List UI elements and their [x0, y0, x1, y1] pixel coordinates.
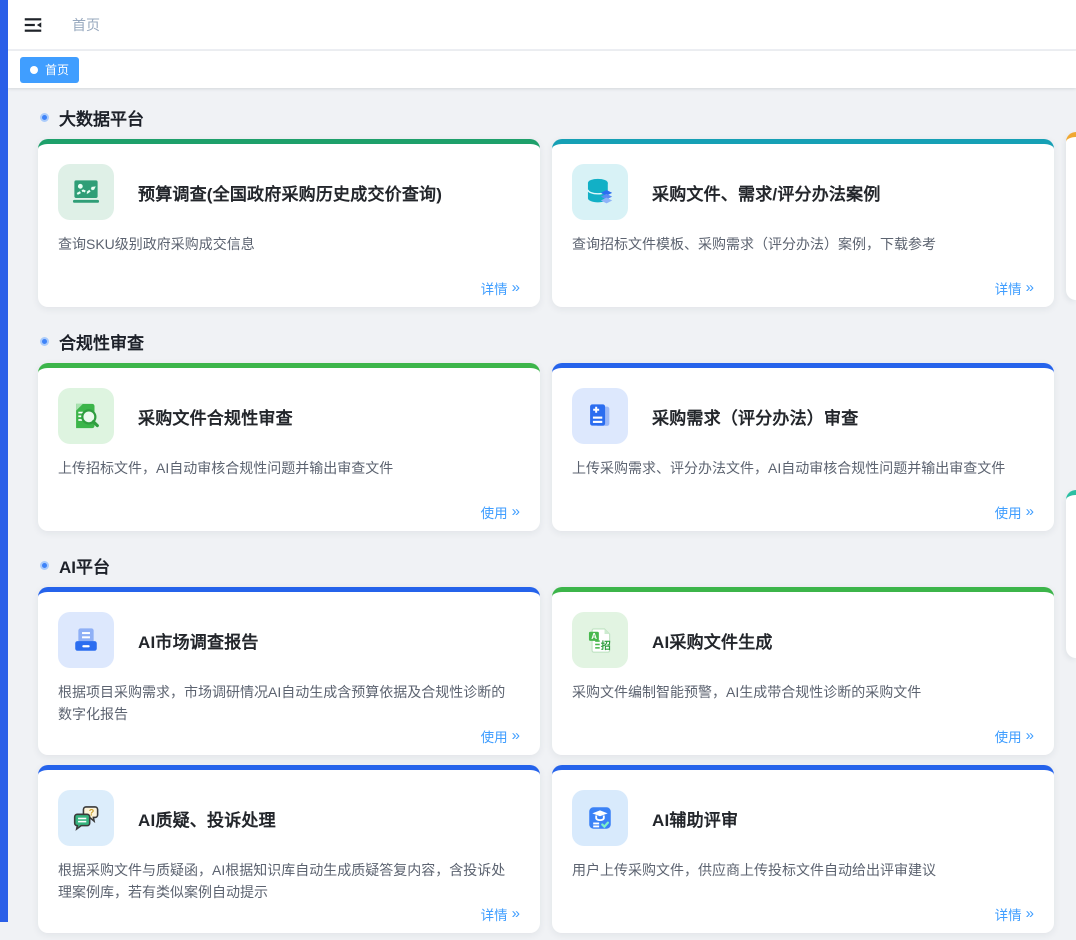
card-title: AI质疑、投诉处理	[138, 806, 276, 831]
service-card[interactable]: 采购文件、需求/评分办法案例查询招标文件模板、采购需求（评分办法）案例，下载参考…	[552, 139, 1054, 307]
card-description: 用户上传采购文件，供应商上传投标文件自动给出评审建议	[572, 860, 1034, 882]
card-title: 采购需求（评分办法）审查	[652, 404, 858, 429]
double-arrow-icon: »	[512, 728, 520, 743]
card-grid: AI市场调查报告根据项目采购需求，市场调研情况AI自动生成含预算依据及合规性诊断…	[38, 587, 1054, 933]
double-arrow-icon: »	[512, 906, 520, 921]
section-title-label: 合规性审查	[59, 329, 144, 354]
section-0: 大数据平台 预算调查(全国政府采购历史成交价查询) 查询SKU级别政府采购成交信息…	[38, 105, 1054, 307]
card-header: ? AI质疑、投诉处理	[58, 790, 520, 846]
section-title: 合规性审查	[40, 329, 1054, 354]
card-description: 查询招标文件模板、采购需求（评分办法）案例，下载参考	[572, 234, 1034, 256]
card-action-label: 详情	[481, 278, 508, 298]
card-grid: 采购文件合规性审查上传招标文件，AI自动审核合规性问题并输出审查文件使用 » 采购…	[38, 363, 1054, 531]
card-title: 采购文件合规性审查	[138, 404, 293, 429]
card-action-label: 使用	[995, 726, 1022, 746]
svg-text:A: A	[591, 632, 597, 641]
card-action-link[interactable]: 详情 »	[481, 904, 520, 924]
card-description: 根据采购文件与质疑函，AI根据知识库自动生成质疑答复内容，含投诉处理案例库，若有…	[58, 860, 520, 903]
sidebar-sliver	[0, 0, 8, 922]
service-card[interactable]: 采购需求（评分办法）审查上传采购需求、评分办法文件，AI自动审核合规性问题并输出…	[552, 363, 1054, 531]
double-arrow-icon: »	[1026, 280, 1034, 295]
card-action-link[interactable]: 使用 »	[481, 502, 520, 522]
card-action-label: 使用	[995, 502, 1022, 522]
section-title-label: AI平台	[59, 553, 110, 578]
tag-home[interactable]: 首页	[20, 57, 79, 83]
card-action-label: 使用	[481, 726, 508, 746]
cutoff-card[interactable]	[1066, 132, 1076, 300]
breadcrumb[interactable]: 首页	[72, 15, 100, 35]
service-card[interactable]: AI辅助评审用户上传采购文件，供应商上传投标文件自动给出评审建议详情 »	[552, 765, 1054, 933]
card-action-link[interactable]: 详情 »	[995, 278, 1034, 298]
double-arrow-icon: »	[512, 504, 520, 519]
collapse-sidebar-icon[interactable]	[22, 14, 44, 36]
tag-home-label: 首页	[45, 61, 69, 78]
review-badge-icon	[572, 790, 628, 846]
card-header: 招 A AI采购文件生成	[572, 612, 1034, 668]
service-card[interactable]: 采购文件合规性审查上传招标文件，AI自动审核合规性问题并输出审查文件使用 »	[38, 363, 540, 531]
doc-generate-icon: 招 A	[572, 612, 628, 668]
section-title-label: 大数据平台	[59, 105, 144, 130]
card-action-label: 使用	[481, 502, 508, 522]
section-dot-icon	[40, 113, 49, 122]
card-title: 预算调查(全国政府采购历史成交价查询)	[138, 180, 442, 205]
tag-active-dot-icon	[30, 66, 38, 74]
section-dot-icon	[40, 561, 49, 570]
service-card[interactable]: 招 A AI采购文件生成采购文件编制智能预警，AI生成带合规性诊断的采购文件使用 »	[552, 587, 1054, 755]
card-description: 根据项目采购需求，市场调研情况AI自动生成含预算依据及合规性诊断的数字化报告	[58, 682, 520, 725]
chart-board-icon	[58, 164, 114, 220]
section-title: AI平台	[40, 553, 1054, 578]
doc-search-icon	[58, 388, 114, 444]
service-card[interactable]: ? AI质疑、投诉处理根据采购文件与质疑函，AI根据知识库自动生成质疑答复内容，…	[38, 765, 540, 933]
card-header: 采购文件合规性审查	[58, 388, 520, 444]
top-navbar: 首页	[8, 0, 1076, 50]
card-action-label: 详情	[995, 904, 1022, 924]
card-description: 采购文件编制智能预警，AI生成带合规性诊断的采购文件	[572, 682, 1034, 704]
cutoff-card[interactable]	[1066, 490, 1076, 658]
double-arrow-icon: »	[1026, 728, 1034, 743]
main-content: 大数据平台 预算调查(全国政府采购历史成交价查询) 查询SKU级别政府采购成交信息…	[8, 89, 1076, 940]
card-description: 上传招标文件，AI自动审核合规性问题并输出审查文件	[58, 458, 520, 480]
section-dot-icon	[40, 337, 49, 346]
database-icon	[572, 164, 628, 220]
card-description: 上传采购需求、评分办法文件，AI自动审核合规性问题并输出审查文件	[572, 458, 1034, 480]
card-title: 采购文件、需求/评分办法案例	[652, 180, 881, 205]
card-header: 预算调查(全国政府采购历史成交价查询)	[58, 164, 520, 220]
report-printer-icon	[58, 612, 114, 668]
service-card[interactable]: AI市场调查报告根据项目采购需求，市场调研情况AI自动生成含预算依据及合规性诊断…	[38, 587, 540, 755]
clipboard-plus-icon	[572, 388, 628, 444]
card-header: AI辅助评审	[572, 790, 1034, 846]
sections: 大数据平台 预算调查(全国政府采购历史成交价查询) 查询SKU级别政府采购成交信息…	[38, 105, 1054, 933]
double-arrow-icon: »	[1026, 504, 1034, 519]
double-arrow-icon: »	[512, 280, 520, 295]
card-action-label: 详情	[995, 278, 1022, 298]
card-title: AI采购文件生成	[652, 628, 773, 653]
card-action-label: 详情	[481, 904, 508, 924]
chat-question-icon: ?	[58, 790, 114, 846]
card-header: 采购需求（评分办法）审查	[572, 388, 1034, 444]
section-title: 大数据平台	[40, 105, 1054, 130]
card-description: 查询SKU级别政府采购成交信息	[58, 234, 520, 256]
card-action-link[interactable]: 详情 »	[995, 904, 1034, 924]
svg-text:招: 招	[601, 639, 611, 652]
card-action-link[interactable]: 使用 »	[995, 502, 1034, 522]
double-arrow-icon: »	[1026, 906, 1034, 921]
card-title: AI辅助评审	[652, 806, 738, 831]
card-title: AI市场调查报告	[138, 628, 259, 653]
section-2: AI平台 AI市场调查报告根据项目采购需求，市场调研情况AI自动生成含预算依据及…	[38, 553, 1054, 933]
tags-view-bar: 首页	[8, 51, 1076, 88]
card-header: 采购文件、需求/评分办法案例	[572, 164, 1034, 220]
card-action-link[interactable]: 详情 »	[481, 278, 520, 298]
card-grid: 预算调查(全国政府采购历史成交价查询) 查询SKU级别政府采购成交信息详情 » 采购…	[38, 139, 1054, 307]
section-1: 合规性审查 采购文件合规性审查上传招标文件，AI自动审核合规性问题并输出审查文件…	[38, 329, 1054, 531]
card-header: AI市场调查报告	[58, 612, 520, 668]
card-action-link[interactable]: 使用 »	[481, 726, 520, 746]
card-action-link[interactable]: 使用 »	[995, 726, 1034, 746]
service-card[interactable]: 预算调查(全国政府采购历史成交价查询) 查询SKU级别政府采购成交信息详情 »	[38, 139, 540, 307]
